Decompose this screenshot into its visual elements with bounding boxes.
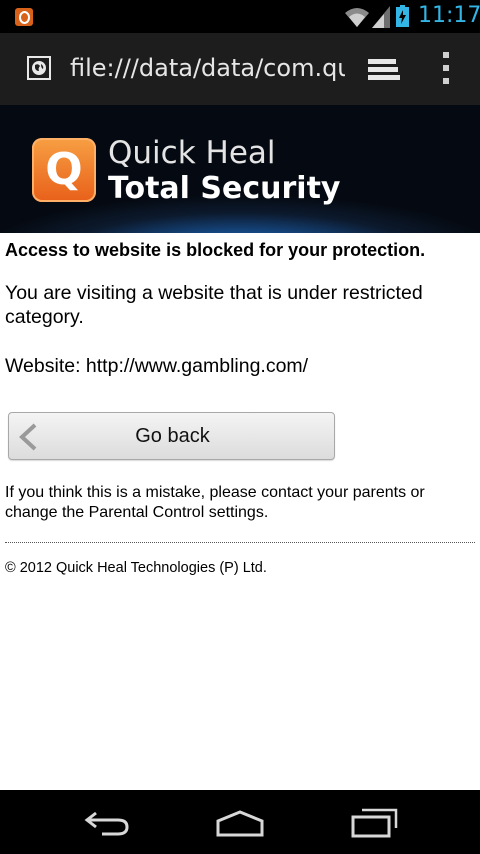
parental-control-note: If you think this is a mistake, please c… (5, 484, 425, 521)
cell-signal-icon (372, 6, 390, 28)
tabs-icon[interactable] (366, 57, 402, 83)
quick-heal-logo: Q (32, 138, 96, 202)
back-icon[interactable] (84, 809, 130, 837)
blocked-heading: Access to website is blocked for your pr… (5, 240, 426, 260)
block-page-content: Access to website is blocked for your pr… (5, 238, 475, 576)
brand-name: Quick Heal (108, 135, 276, 171)
battery-charging-icon (396, 5, 409, 27)
recent-apps-icon[interactable] (350, 808, 398, 838)
go-back-label: Go back (135, 425, 210, 447)
divider (5, 542, 475, 543)
site-globe-icon[interactable] (27, 56, 51, 80)
copyright: © 2012 Quick Heal Technologies (P) Ltd. (5, 560, 267, 576)
quick-heal-banner: Q Quick Heal Total Security (0, 105, 480, 233)
product-name: Total Security (108, 171, 341, 206)
wifi-icon (345, 8, 369, 27)
go-back-button[interactable]: Go back (8, 412, 335, 460)
browser-toolbar: file:///data/data/com.qui (0, 33, 480, 105)
status-bar: 11:17 (0, 0, 480, 33)
url-field[interactable]: file:///data/data/com.qui (70, 54, 345, 82)
system-navigation-bar (0, 790, 480, 854)
overflow-menu-icon[interactable] (440, 52, 452, 84)
blocked-website: Website: http://www.gambling.com/ (5, 355, 309, 377)
restriction-message: You are visiting a website that is under… (5, 282, 423, 328)
quick-heal-notification-icon (15, 8, 33, 26)
clock: 11:17 (418, 3, 480, 28)
home-icon[interactable] (214, 809, 266, 837)
globe-icon (32, 61, 46, 75)
